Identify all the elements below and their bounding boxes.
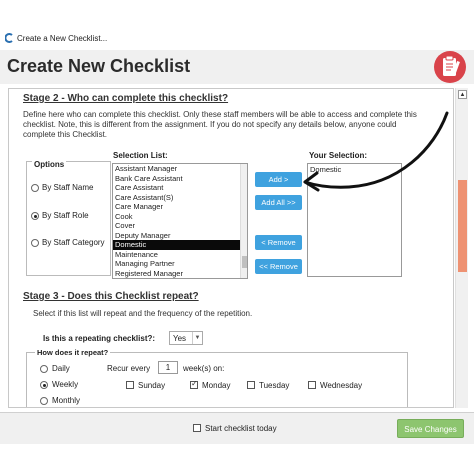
checklist-icon: [434, 51, 466, 83]
start-today-label: Start checklist today: [205, 424, 277, 433]
form-content: Stage 2 - Who can complete this checklis…: [8, 88, 454, 408]
scroll-up-icon[interactable]: ▲: [458, 90, 467, 99]
app-logo-icon: [5, 33, 13, 43]
main-scrollbar[interactable]: ▲: [455, 88, 468, 408]
page-title: Create New Checklist: [7, 56, 191, 76]
save-changes-button[interactable]: Save Changes: [397, 419, 464, 438]
window-titlebar: Create a New Checklist...: [0, 28, 474, 50]
page-header: Create New Checklist: [0, 50, 474, 84]
footer-bar: Start checklist today Save Changes: [0, 412, 474, 444]
main-scroll-thumb[interactable]: [458, 180, 467, 272]
annotation-arrow: [303, 111, 449, 192]
window-title: Create a New Checklist...: [17, 34, 108, 43]
checkbox-start-today[interactable]: [193, 424, 201, 432]
